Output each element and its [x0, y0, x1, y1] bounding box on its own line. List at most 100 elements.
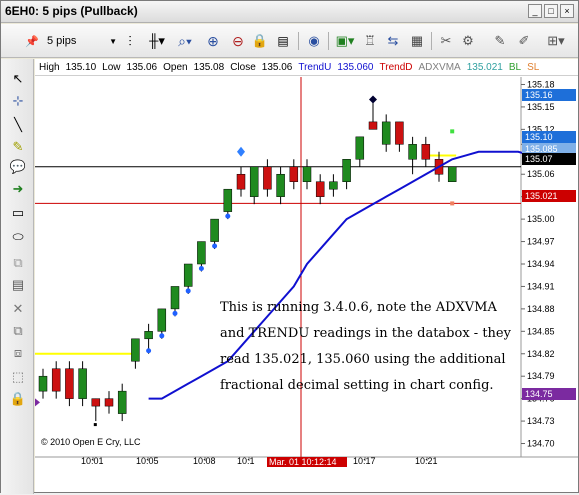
order-icon[interactable]: ⧈	[10, 345, 26, 361]
delete-icon[interactable]: ✕	[10, 301, 26, 317]
properties-icon[interactable]: ▤	[275, 31, 291, 51]
close-button[interactable]: ×	[560, 4, 574, 18]
time-tick-label: 10:21	[415, 456, 438, 466]
lock-icon[interactable]: 🔒	[252, 31, 268, 51]
price-tick-label: 134.85	[527, 326, 555, 336]
trendu-label: TrendU	[298, 61, 332, 73]
crosshair-time-label: Mar. 01 10:12:14	[269, 457, 337, 467]
crosshair-icon[interactable]: ⊹	[10, 93, 26, 109]
price-badge-label: 135.085	[525, 144, 558, 154]
price-tick-label: 135.15	[527, 102, 555, 112]
chart-canvas[interactable]: 135.18135.15135.12135.10135.06135.03135.…	[35, 59, 578, 492]
arrow-icon[interactable]: ➜	[10, 181, 26, 197]
interval-dropdown[interactable]: 5 pips ▼	[47, 31, 119, 51]
close-value: 135.06	[261, 61, 293, 73]
bars-type-icon[interactable]: ⫶	[125, 31, 135, 51]
note-icon[interactable]: ✎	[10, 139, 26, 155]
settings-icon[interactable]: ⚙	[459, 31, 477, 51]
candle-body	[210, 218, 219, 242]
line-icon[interactable]: ╲	[10, 117, 26, 133]
select-all-icon[interactable]: ⬚	[10, 369, 26, 385]
cursor-icon[interactable]: ↖	[10, 71, 26, 87]
scissors-icon[interactable]: ✂	[437, 31, 455, 51]
trendu-value: 135.060	[337, 61, 374, 73]
strategy-icon[interactable]: ♖	[361, 31, 379, 51]
data-box-icon[interactable]: ▣▾	[334, 31, 356, 51]
chart-toolbar: 📌 5 pips ▼ ⫶ ╫▾ ⌕▾ ⊕ ⊖ 🔒 ▤ ◉ ▣▾ ♖ ⇆ ▦ ✂ …	[1, 24, 578, 58]
candle-body	[355, 136, 365, 160]
candle-body	[289, 166, 299, 182]
price-chart[interactable]: 135.18135.15135.12135.10135.06135.03135.…	[35, 59, 578, 492]
zoom-out-icon[interactable]: ⊖	[229, 31, 247, 51]
candle-body	[381, 121, 391, 145]
attach-icon[interactable]: ⇆	[384, 31, 402, 51]
price-tick-label: 134.91	[527, 281, 555, 291]
zoom-icon[interactable]: ⌕▾	[173, 31, 197, 51]
candle-body	[51, 368, 61, 392]
bl-marker	[450, 129, 455, 134]
price-tick-label: 134.70	[527, 439, 555, 449]
price-tick-label: 135.06	[527, 169, 555, 179]
grid-icon[interactable]: ▦	[408, 31, 426, 51]
paste-icon[interactable]: ⧉	[10, 255, 26, 271]
price-tick-label: 134.82	[527, 349, 555, 359]
candle-body	[183, 263, 193, 287]
price-tick-label: 134.97	[527, 237, 555, 247]
high-marker	[369, 95, 377, 104]
candle-body	[144, 331, 153, 340]
price-badge-label: 135.07	[525, 154, 553, 164]
candle-body	[131, 338, 140, 362]
candle-body	[78, 368, 87, 399]
candle-body	[421, 144, 431, 160]
chevron-down-icon: ▼	[109, 36, 117, 46]
trend-marker	[237, 146, 245, 157]
price-tick-label: 134.88	[527, 304, 555, 314]
indicators-icon[interactable]: ◉	[305, 31, 323, 51]
candle-body	[276, 173, 285, 197]
candle-body	[447, 166, 457, 182]
time-tick-label: 10:08	[193, 456, 216, 466]
low-value: 135.06	[126, 61, 158, 73]
candle-body	[249, 166, 259, 197]
low-label: Low	[102, 61, 121, 73]
template-icon[interactable]: ▤	[10, 277, 26, 293]
low-marker	[93, 423, 97, 427]
pencil-icon[interactable]: ✐	[515, 31, 533, 51]
maximize-button[interactable]: □	[544, 4, 558, 18]
price-tick-label: 134.79	[527, 371, 555, 381]
rectangle-icon[interactable]: ▭	[10, 205, 26, 221]
layers-icon[interactable]: ⧉	[10, 323, 26, 339]
lock-drawing-icon[interactable]: 🔒	[10, 391, 26, 407]
callout-icon[interactable]: 💬	[10, 159, 26, 175]
candle-body	[38, 375, 48, 392]
edit-icon[interactable]: ✎	[491, 31, 509, 51]
trend-dot	[159, 333, 165, 339]
close-label: Close	[230, 61, 256, 73]
more-icon[interactable]: ⊞▾	[544, 31, 568, 51]
candle-body	[302, 166, 312, 182]
window-buttons: _ □ ×	[528, 4, 574, 18]
interval-label: 5 pips	[47, 35, 77, 47]
time-tick-label: 10:17	[353, 456, 376, 466]
candle-body	[263, 166, 272, 190]
title-bar[interactable]: 6EH0: 5 pips (Pullback) _ □ ×	[1, 1, 578, 23]
candle-style-icon[interactable]: ╫▾	[146, 31, 168, 51]
drawing-toolbar: ↖ ⊹ ╲ ✎ 💬 ➜ ▭ ⬭ ⧉ ▤ ✕ ⧉ ⧈ ⬚ 🔒	[1, 59, 34, 494]
toolbar-separator	[328, 32, 329, 50]
price-tick-label: 135.18	[527, 79, 555, 89]
time-tick-label: 10:1	[237, 456, 255, 466]
toolbar-separator	[431, 32, 432, 50]
candle-body	[342, 159, 351, 182]
minimize-button[interactable]: _	[528, 4, 542, 18]
ellipse-icon[interactable]: ⬭	[10, 229, 26, 245]
adxvma-label: ADXVMA	[418, 61, 461, 73]
chart-window: 6EH0: 5 pips (Pullback) _ □ × 📌 5 pips ▼…	[0, 0, 579, 494]
pin-icon[interactable]: 📌	[23, 31, 41, 51]
sl-marker	[450, 201, 455, 206]
trend-dot	[146, 348, 152, 354]
trend-dot	[185, 288, 191, 294]
candle-body	[223, 188, 233, 212]
time-tick-label: 10:01	[81, 456, 104, 466]
zoom-in-icon[interactable]: ⊕	[204, 31, 222, 51]
position-marker	[35, 398, 40, 407]
